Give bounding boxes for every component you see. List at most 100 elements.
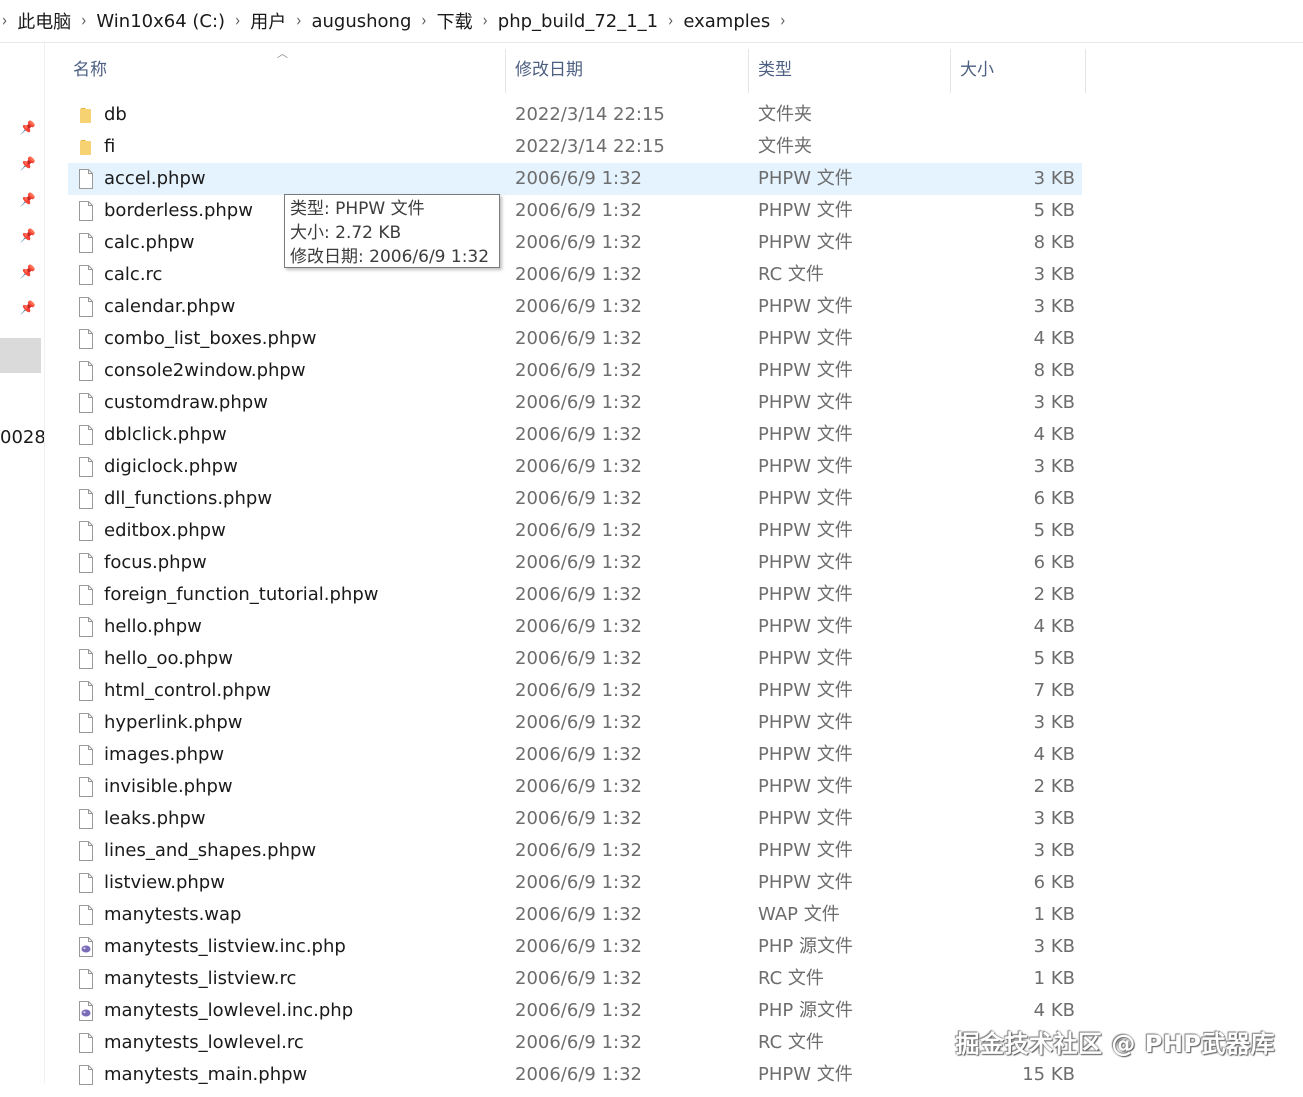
chevron-right-icon[interactable]: › — [483, 11, 488, 31]
file-row[interactable]: customdraw.phpw 2006/6/9 1:32 PHPW 文件 3 KB — [68, 387, 1082, 419]
file-name: hello.phpw — [104, 616, 202, 637]
pin-icon[interactable]: 📌 — [18, 263, 38, 283]
file-name: hello_oo.phpw — [104, 648, 233, 669]
php-file-icon — [75, 1000, 97, 1022]
file-row[interactable]: manytests_listview.inc.php 2006/6/9 1:32 P… — [68, 931, 1082, 963]
breadcrumb-item[interactable]: Win10x64 (C:) — [96, 11, 225, 32]
file-name: manytests_listview.inc.php — [104, 936, 346, 957]
file-row[interactable]: lines_and_shapes.phpw 2006/6/9 1:32 PHPW 文… — [68, 835, 1082, 867]
file-row[interactable]: combo_list_boxes.phpw 2006/6/9 1:32 PHPW 文… — [68, 323, 1082, 355]
file-icon — [75, 1032, 97, 1054]
file-size: 3 KB — [1033, 392, 1075, 413]
file-name: hyperlink.phpw — [104, 712, 243, 733]
file-row[interactable]: manytests_lowlevel.rc 2006/6/9 1:32 RC 文件 — [68, 1027, 1082, 1059]
pin-icon[interactable]: 📌 — [18, 119, 38, 139]
file-row[interactable]: fi 2022/3/14 22:15 文件夹 — [68, 131, 1082, 163]
file-row[interactable]: db 2022/3/14 22:15 文件夹 — [68, 99, 1082, 131]
file-type: PHPW 文件 — [758, 552, 853, 573]
file-date: 2022/3/14 22:15 — [515, 136, 665, 157]
file-row[interactable]: images.phpw 2006/6/9 1:32 PHPW 文件 4 KB — [68, 739, 1082, 771]
chevron-right-icon[interactable]: › — [81, 11, 86, 31]
column-header-date[interactable]: 修改日期 — [515, 43, 583, 90]
chevron-right-icon[interactable]: › — [2, 11, 7, 31]
column-header-size[interactable]: 大小 — [960, 43, 994, 90]
pin-icon[interactable]: 📌 — [18, 191, 38, 211]
tooltip-type: 类型: PHPW 文件 — [290, 199, 425, 219]
breadcrumb-item[interactable]: augushong — [311, 11, 411, 32]
file-name: manytests_lowlevel.inc.php — [104, 1000, 354, 1021]
file-row[interactable]: html_control.phpw 2006/6/9 1:32 PHPW 文件 7 K… — [68, 675, 1082, 707]
breadcrumb-item[interactable]: 此电脑 — [17, 8, 71, 34]
file-name: foreign_function_tutorial.phpw — [104, 584, 379, 605]
column-divider[interactable] — [748, 49, 749, 93]
file-row[interactable]: invisible.phpw 2006/6/9 1:32 PHPW 文件 2 KB — [68, 771, 1082, 803]
file-row[interactable]: manytests_listview.rc 2006/6/9 1:32 RC 文件 1… — [68, 963, 1082, 995]
file-date: 2006/6/9 1:32 — [515, 1064, 642, 1085]
breadcrumb-item[interactable]: examples — [683, 11, 770, 32]
chevron-right-icon[interactable]: › — [421, 11, 426, 31]
file-row[interactable]: foreign_function_tutorial.phpw 2006/6/9 1… — [68, 579, 1082, 611]
file-row[interactable]: accel.phpw 2006/6/9 1:32 PHPW 文件 3 KB — [68, 163, 1082, 195]
navigation-pane: 📌 📌 📌 📌 📌 📌 0028 — [0, 43, 46, 1083]
file-row[interactable]: hello.phpw 2006/6/9 1:32 PHPW 文件 4 KB — [68, 611, 1082, 643]
nav-item-selected[interactable] — [0, 338, 41, 373]
file-icon — [75, 584, 97, 606]
pin-icon[interactable]: 📌 — [18, 227, 38, 247]
file-icon — [75, 872, 97, 894]
column-divider[interactable] — [1085, 49, 1086, 93]
pin-icon[interactable]: 📌 — [18, 299, 38, 319]
file-row[interactable]: calc.phpw 2006/6/9 1:32 PHPW 文件 8 KB — [68, 227, 1082, 259]
file-size: 1 KB — [1033, 904, 1075, 925]
breadcrumb-item[interactable]: php_build_72_1_1 — [498, 11, 658, 32]
file-icon — [75, 552, 97, 574]
file-date: 2006/6/9 1:32 — [515, 328, 642, 349]
file-row[interactable]: dblclick.phpw 2006/6/9 1:32 PHPW 文件 4 KB — [68, 419, 1082, 451]
file-type: PHPW 文件 — [758, 1064, 853, 1085]
column-divider[interactable] — [950, 49, 951, 93]
file-row[interactable]: manytests_lowlevel.inc.php 2006/6/9 1:32 P… — [68, 995, 1082, 1027]
pane-divider[interactable] — [44, 43, 45, 1083]
breadcrumb-item[interactable]: 下载 — [437, 8, 473, 34]
file-row[interactable]: dll_functions.phpw 2006/6/9 1:32 PHPW 文件 6 … — [68, 483, 1082, 515]
file-date: 2006/6/9 1:32 — [515, 456, 642, 477]
chevron-right-icon[interactable]: › — [780, 11, 785, 31]
file-row[interactable]: calc.rc 2006/6/9 1:32 RC 文件 3 KB — [68, 259, 1082, 291]
file-row[interactable]: manytests_main.phpw 2006/6/9 1:32 PHPW 文件 1… — [68, 1059, 1082, 1091]
file-type: PHPW 文件 — [758, 232, 853, 253]
column-header-type[interactable]: 类型 — [758, 43, 792, 90]
column-divider[interactable] — [505, 49, 506, 93]
column-header-name[interactable]: 名称 — [73, 43, 107, 90]
file-size: 4 KB — [1033, 744, 1075, 765]
file-date: 2006/6/9 1:32 — [515, 552, 642, 573]
file-date: 2006/6/9 1:32 — [515, 808, 642, 829]
file-row[interactable]: calendar.phpw 2006/6/9 1:32 PHPW 文件 3 KB — [68, 291, 1082, 323]
file-size: 6 KB — [1033, 488, 1075, 509]
nav-item-label[interactable]: 0028 — [0, 427, 46, 448]
pin-icon[interactable]: 📌 — [18, 155, 38, 175]
file-size: 3 KB — [1033, 264, 1075, 285]
file-name: editbox.phpw — [104, 520, 226, 541]
file-date: 2006/6/9 1:32 — [515, 296, 642, 317]
file-icon — [75, 680, 97, 702]
chevron-right-icon[interactable]: › — [235, 11, 240, 31]
file-row[interactable]: editbox.phpw 2006/6/9 1:32 PHPW 文件 5 KB — [68, 515, 1082, 547]
file-row[interactable]: listview.phpw 2006/6/9 1:32 PHPW 文件 6 KB — [68, 867, 1082, 899]
file-row[interactable]: leaks.phpw 2006/6/9 1:32 PHPW 文件 3 KB — [68, 803, 1082, 835]
breadcrumb-item[interactable]: 用户 — [250, 8, 286, 34]
file-row[interactable]: console2window.phpw 2006/6/9 1:32 PHPW 文件 8… — [68, 355, 1082, 387]
file-name: listview.phpw — [104, 872, 225, 893]
chevron-right-icon[interactable]: › — [296, 11, 301, 31]
file-row[interactable]: focus.phpw 2006/6/9 1:32 PHPW 文件 6 KB — [68, 547, 1082, 579]
file-type: PHPW 文件 — [758, 776, 853, 797]
file-row[interactable]: hello_oo.phpw 2006/6/9 1:32 PHPW 文件 5 KB — [68, 643, 1082, 675]
file-icon — [75, 776, 97, 798]
file-row[interactable]: digiclock.phpw 2006/6/9 1:32 PHPW 文件 3 KB — [68, 451, 1082, 483]
file-date: 2006/6/9 1:32 — [515, 168, 642, 189]
column-header-row: ︿ 名称 修改日期 类型 大小 — [45, 43, 1086, 98]
file-type: PHP 源文件 — [758, 936, 853, 957]
file-row[interactable]: manytests.wap 2006/6/9 1:32 WAP 文件 1 KB — [68, 899, 1082, 931]
file-row[interactable]: borderless.phpw 2006/6/9 1:32 PHPW 文件 5 KB — [68, 195, 1082, 227]
file-row[interactable]: hyperlink.phpw 2006/6/9 1:32 PHPW 文件 3 KB — [68, 707, 1082, 739]
chevron-right-icon[interactable]: › — [668, 11, 673, 31]
file-size: 4 KB — [1033, 328, 1075, 349]
